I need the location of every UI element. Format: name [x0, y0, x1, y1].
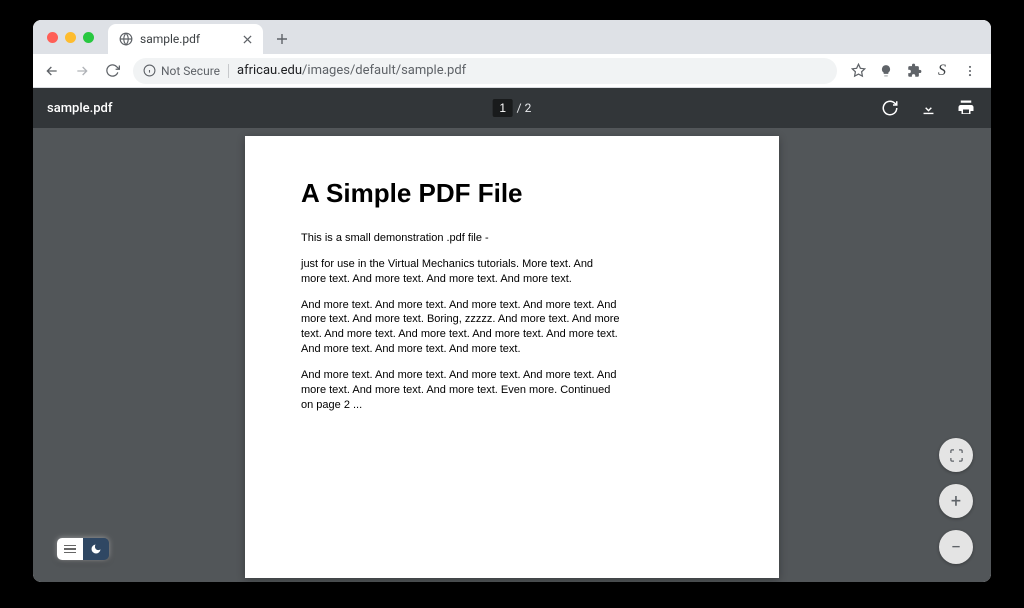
window-controls	[41, 20, 102, 54]
back-button[interactable]	[39, 58, 65, 84]
tab-strip: sample.pdf	[33, 20, 991, 54]
url-path: /images/default/sample.pdf	[302, 63, 466, 78]
pdf-toolbar: sample.pdf / 2	[33, 88, 991, 128]
url-text: africau.edu/images/default/sample.pdf	[237, 63, 466, 78]
extension-s-icon[interactable]: S	[929, 58, 955, 84]
browser-toolbar: Not Secure africau.edu/images/default/sa…	[33, 54, 991, 88]
reader-mode-widget[interactable]	[57, 538, 109, 560]
reload-button[interactable]	[99, 58, 125, 84]
divider	[228, 64, 229, 78]
browser-menu-button[interactable]	[957, 58, 983, 84]
url-host: africau.edu	[237, 63, 302, 78]
rotate-button[interactable]	[879, 97, 901, 119]
document-paragraph: And more text. And more text. And more t…	[301, 368, 621, 413]
document-heading: A Simple PDF File	[301, 178, 723, 209]
document-paragraph: just for use in the Virtual Mechanics tu…	[301, 257, 621, 287]
pdf-title: sample.pdf	[47, 101, 112, 116]
document-paragraph: This is a small demonstration .pdf file …	[301, 231, 621, 246]
security-label: Not Secure	[161, 64, 220, 78]
reader-list-icon	[57, 538, 83, 560]
page-indicator: / 2	[493, 99, 532, 117]
extensions-puzzle-icon[interactable]	[901, 58, 927, 84]
security-indicator[interactable]: Not Secure	[143, 64, 220, 78]
zoom-out-button[interactable]: −	[939, 530, 973, 564]
bookmark-star-button[interactable]	[845, 58, 871, 84]
browser-tab[interactable]: sample.pdf	[108, 24, 263, 54]
pdf-toolbar-actions	[879, 97, 977, 119]
globe-icon	[118, 32, 133, 47]
page-number-input[interactable]	[493, 99, 513, 117]
print-button[interactable]	[955, 97, 977, 119]
tab-title: sample.pdf	[140, 32, 233, 46]
download-button[interactable]	[917, 97, 939, 119]
toolbar-right: S	[845, 58, 985, 84]
fit-page-button[interactable]	[939, 438, 973, 472]
forward-button[interactable]	[69, 58, 95, 84]
document-paragraph: And more text. And more text. And more t…	[301, 298, 621, 357]
zoom-in-button[interactable]: +	[939, 484, 973, 518]
browser-window: sample.pdf Not Secure africau.edu/images…	[33, 20, 991, 582]
info-icon	[143, 64, 156, 77]
page-count-label: / 2	[517, 101, 532, 115]
tab-close-button[interactable]	[240, 32, 255, 47]
address-bar[interactable]: Not Secure africau.edu/images/default/sa…	[133, 58, 837, 84]
window-minimize-button[interactable]	[65, 32, 76, 43]
extension-bulb-icon[interactable]	[873, 58, 899, 84]
window-maximize-button[interactable]	[83, 32, 94, 43]
zoom-controls: + −	[939, 438, 973, 564]
pdf-page: A Simple PDF File This is a small demons…	[245, 136, 779, 578]
moon-icon	[83, 538, 109, 560]
window-close-button[interactable]	[47, 32, 58, 43]
new-tab-button[interactable]	[269, 26, 295, 52]
pdf-content-area[interactable]: A Simple PDF File This is a small demons…	[33, 128, 991, 582]
